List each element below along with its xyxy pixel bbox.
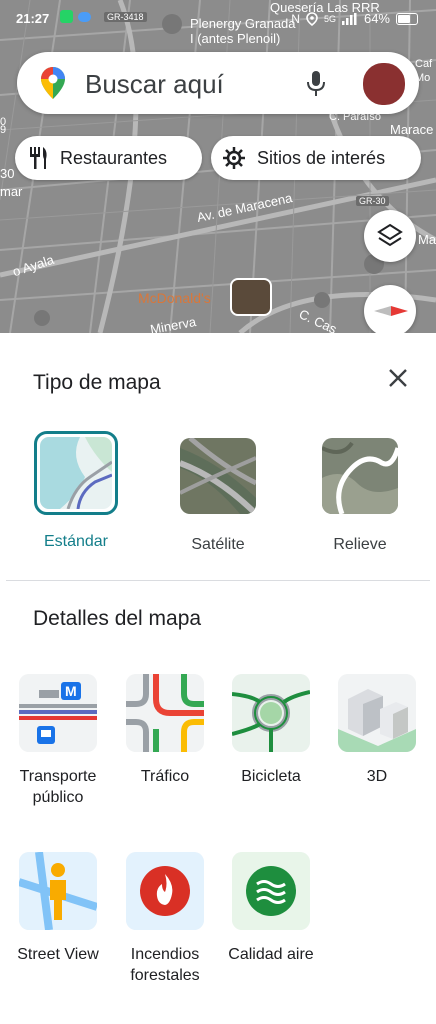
- map-details-title: Detalles del mapa: [33, 607, 202, 630]
- transit-icon: M: [19, 674, 97, 752]
- detail-transit-label: Transporte público: [19, 768, 97, 806]
- maps-pin-logo-icon: [41, 67, 65, 99]
- map-type-satellite[interactable]: Satélite: [173, 438, 263, 554]
- map-label-n30: 30: [0, 166, 15, 181]
- svg-text:M: M: [65, 683, 77, 699]
- chip-restaurantes[interactable]: Restaurantes: [15, 136, 202, 180]
- bicycle-icon: [232, 674, 310, 752]
- wildfire-icon: [126, 852, 204, 930]
- terrain-map-thumbnail: [322, 438, 398, 514]
- detail-street-view[interactable]: Street View: [3, 852, 113, 965]
- detail-3d[interactable]: 3D: [322, 674, 432, 787]
- signal-icon: [341, 12, 357, 25]
- chip-restaurantes-label: Restaurantes: [60, 147, 168, 168]
- map-layers-sheet: Tipo de mapa Estándar Satélite Relieve D…: [0, 333, 436, 1024]
- map-label-marace-2: Marace: [418, 232, 436, 247]
- map-label-caf: Caf: [415, 58, 433, 70]
- close-icon[interactable]: [389, 369, 407, 387]
- map-type-terrain-label: Relieve: [333, 536, 387, 553]
- map-type-terrain[interactable]: Relieve: [315, 438, 405, 554]
- landmark-icon: [223, 147, 245, 169]
- network-type: 5G: [323, 13, 336, 24]
- compass-icon: [374, 306, 408, 316]
- place-photo-pin[interactable]: [230, 278, 272, 316]
- whatsapp-icon: [60, 10, 73, 23]
- search-bar[interactable]: Buscar aquí: [17, 52, 419, 114]
- battery-icon: [396, 12, 418, 25]
- traffic-icon: [126, 674, 204, 752]
- map-label-mar: mar: [0, 184, 23, 199]
- layers-button[interactable]: [364, 210, 416, 262]
- map-type-title: Tipo de mapa: [33, 371, 161, 394]
- detail-bicycle-label: Bicicleta: [241, 768, 301, 785]
- chip-sitios-interes[interactable]: Sitios de interés: [211, 136, 421, 180]
- detail-transit[interactable]: M Transporte público: [3, 674, 113, 808]
- standard-map-thumbnail: [40, 437, 112, 509]
- status-bar: 21:27 N 5G 64%: [0, 10, 436, 30]
- detail-air-quality-label: Calidad aire: [228, 946, 314, 963]
- restaurant-icon: [30, 147, 47, 169]
- map-label-plenergy-2: I (antes Plenoil): [190, 31, 281, 46]
- detail-air-quality[interactable]: Calidad aire: [216, 852, 326, 965]
- microphone-icon[interactable]: [307, 71, 325, 97]
- battery-percent: 64%: [363, 11, 390, 26]
- chip-sitios-label: Sitios de interés: [257, 147, 386, 168]
- 3d-buildings-icon: [338, 674, 416, 752]
- detail-wildfires[interactable]: Incendios forestales: [110, 852, 220, 986]
- detail-3d-label: 3D: [366, 768, 388, 785]
- compass-button[interactable]: [364, 285, 416, 337]
- air-quality-icon: [232, 852, 310, 930]
- detail-wildfires-label: Incendios forestales: [130, 946, 200, 984]
- search-input[interactable]: Buscar aquí: [85, 69, 224, 100]
- map-type-satellite-label: Satélite: [191, 536, 245, 553]
- street-view-icon: [19, 852, 97, 930]
- satellite-map-thumbnail: [180, 438, 256, 514]
- map-type-standard[interactable]: Estándar: [31, 431, 121, 551]
- detail-traffic[interactable]: Tráfico: [110, 674, 220, 787]
- location-icon: [306, 11, 318, 26]
- nfc-icon: N: [291, 11, 300, 26]
- cloud-icon: [78, 12, 91, 22]
- map-type-standard-label: Estándar: [43, 533, 109, 550]
- status-time: 21:27: [16, 11, 50, 26]
- detail-traffic-label: Tráfico: [140, 768, 190, 785]
- detail-bicycle[interactable]: Bicicleta: [216, 674, 326, 787]
- poi-pin-icon-2[interactable]: [314, 292, 330, 308]
- map-label-mcdonalds[interactable]: McDonald's: [138, 290, 211, 306]
- map-label-marace: Marace: [390, 122, 434, 137]
- map-label-n0: 0: [0, 116, 7, 128]
- map-label-gr30: GR-30: [356, 196, 389, 206]
- section-divider: [6, 580, 430, 581]
- avatar[interactable]: [362, 62, 406, 106]
- poi-pin-icon[interactable]: [34, 310, 50, 326]
- layers-icon: [377, 223, 403, 247]
- detail-street-view-label: Street View: [17, 946, 99, 963]
